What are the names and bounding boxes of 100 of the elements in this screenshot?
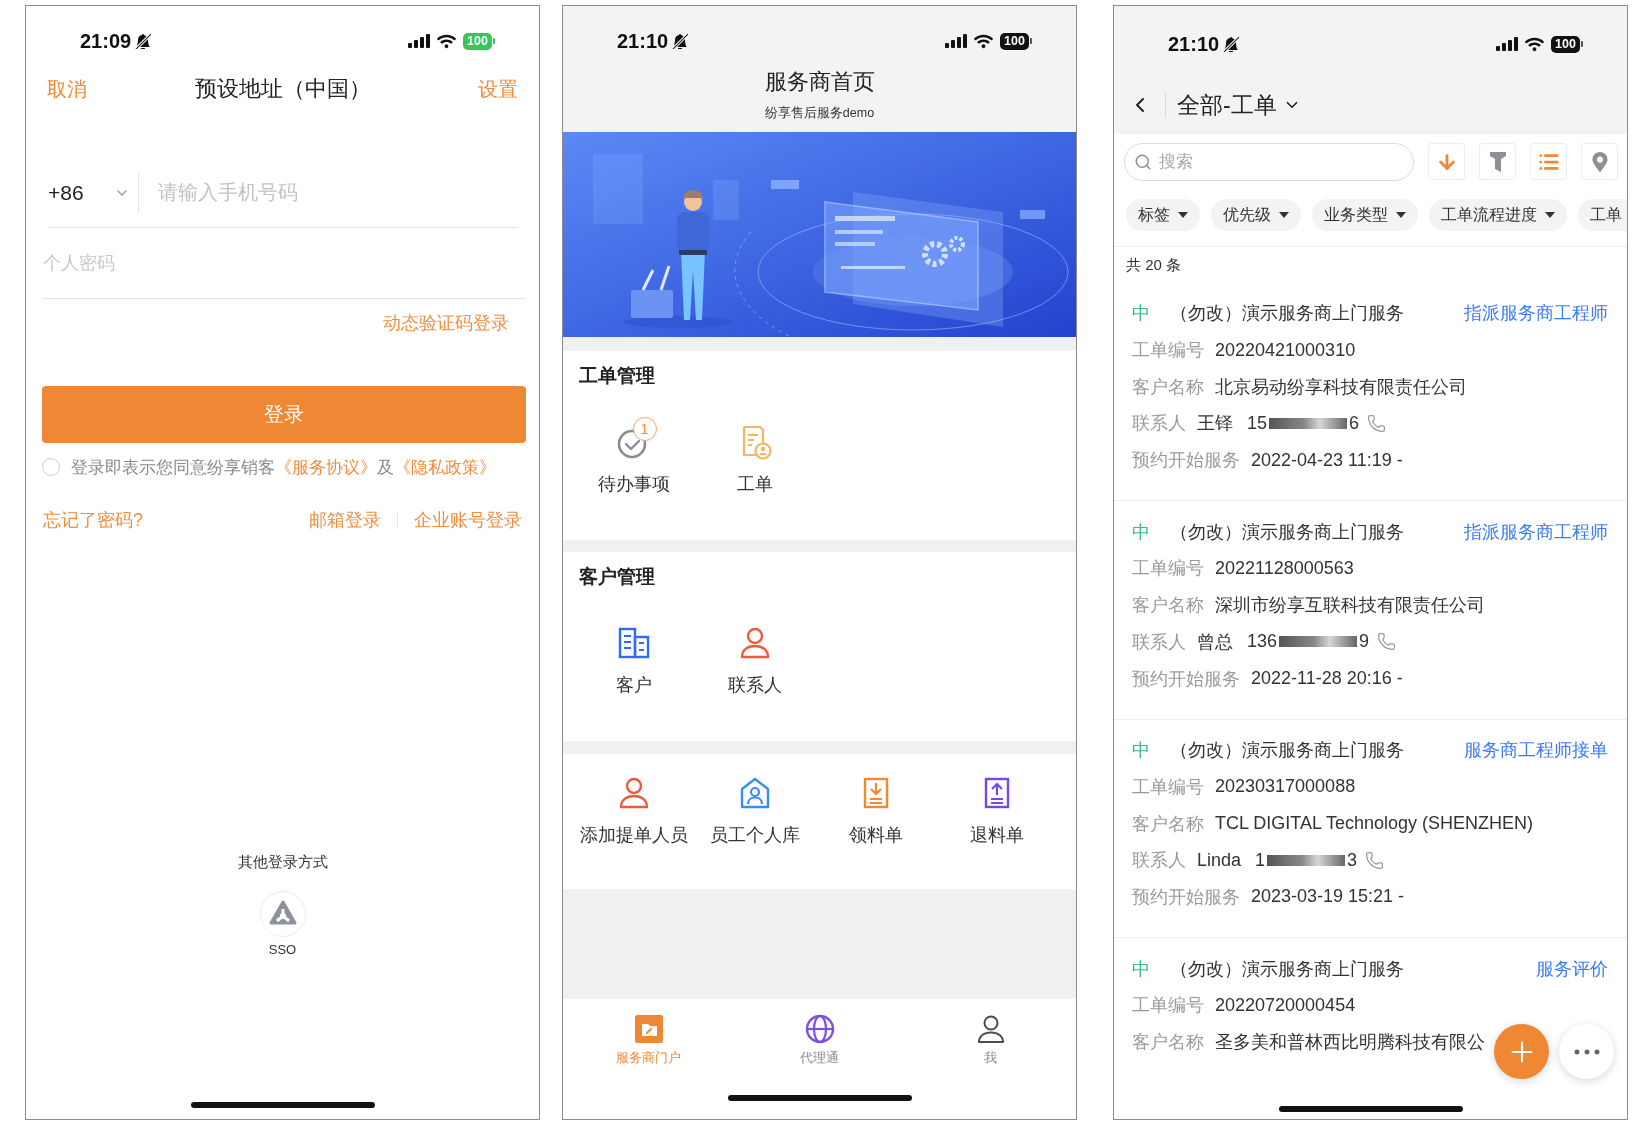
page-title: 预设地址（中国）: [194, 75, 371, 103]
caret-icon: [1545, 212, 1555, 218]
battery-indicator: 100: [463, 32, 495, 50]
battery-indicator: 100: [1000, 32, 1032, 50]
filter-chip[interactable]: 标签: [1126, 199, 1200, 231]
tab-item[interactable]: 我: [975, 1014, 1006, 1066]
field-label: 联系人: [1132, 412, 1186, 436]
page-subtitle: 纷享售后服务demo: [763, 105, 876, 121]
filter-chip[interactable]: 优先级: [1211, 199, 1301, 231]
field-label: 工单编号: [1132, 775, 1204, 799]
order-action-link[interactable]: 指派服务商工程师: [1464, 519, 1608, 544]
more-icon: [1573, 1048, 1600, 1055]
agreement-checkbox[interactable]: [42, 458, 60, 476]
phone-number: 15 6: [1247, 412, 1360, 434]
field-value: TCL DIGITAL Technology (SHENZHEN): [1215, 813, 1534, 835]
filter-chip[interactable]: 业务类型: [1312, 199, 1418, 231]
field-value: 20220421000310: [1215, 339, 1356, 361]
work-order-card[interactable]: 中 （勿改）演示服务商上门服务 指派服务商工程师 工单编号 20220421000310 客户名称 北京易动纷享科技有限责任公司 联系人 王铎 15 6 预约开始服务 2022-04-23 11:19 -: [1114, 283, 1627, 502]
count-badge: 1: [632, 417, 657, 441]
globe-icon: [804, 1014, 835, 1044]
phone-icon[interactable]: [1367, 413, 1387, 433]
section-title: 工单管理: [578, 365, 656, 387]
work-order-card[interactable]: 中 （勿改）演示服务商上门服务 服务商工程师接单 工单编号 20230317000088 客户名称 TCL DIGITAL Technology (SHENZHEN) 联系人 Linda 1 3 预约开始服务 2023-03-19 15:21 -: [1114, 719, 1627, 939]
status-time: 21:09: [80, 30, 132, 52]
order-action-link[interactable]: 指派服务商工程师: [1464, 301, 1608, 326]
field-label: 联系人: [1132, 630, 1186, 654]
field-label: 客户名称: [1132, 375, 1204, 399]
field-value: 20220720000454: [1215, 994, 1356, 1016]
contact-name: Linda: [1197, 849, 1242, 871]
status-time: 21:10: [1168, 33, 1220, 55]
map-button[interactable]: [1581, 143, 1618, 180]
field-label: 工单编号: [1132, 994, 1204, 1018]
map-pin-icon: [1589, 151, 1610, 172]
view-title-dropdown[interactable]: 全部-工单: [1177, 90, 1301, 120]
phone-number-field[interactable]: 请输入手机号码: [158, 172, 518, 213]
folder-wrench-icon: [633, 1014, 664, 1044]
field-label: 联系人: [1132, 849, 1186, 873]
sso-icon: [259, 891, 306, 937]
phone-number: 1 3: [1255, 849, 1358, 871]
signal-icon: [945, 34, 967, 48]
other-login-title: 其他登录方式: [237, 852, 328, 872]
field-label: 客户名称: [1132, 594, 1204, 618]
order-title: （勿改）演示服务商上门服务: [1170, 302, 1405, 326]
caret-icon: [1396, 212, 1406, 218]
shortcut-item[interactable]: 1 待办事项: [597, 416, 670, 494]
shortcut-item[interactable]: 联系人: [727, 617, 782, 695]
field-label: 工单编号: [1132, 339, 1204, 363]
order-title: （勿改）演示服务商上门服务: [1170, 957, 1405, 981]
filter-button[interactable]: [1479, 143, 1516, 180]
shortcut-item[interactable]: 领料单: [848, 767, 903, 845]
field-label: 客户名称: [1132, 1031, 1204, 1055]
field-value: 2022-04-23 11:19 -: [1251, 449, 1403, 471]
field-label: 预约开始服务: [1132, 449, 1240, 473]
phone-icon[interactable]: [1365, 850, 1385, 870]
agreement-text: 登录即表示您同意纷享销客《服务协议》及《隐私政策》: [71, 457, 496, 478]
field-label: 工单编号: [1132, 557, 1204, 581]
field-value: 20230317000088: [1215, 776, 1356, 798]
order-action-link[interactable]: 服务评价: [1536, 956, 1608, 981]
result-count: 共 20 条: [1126, 255, 1182, 275]
field-value: 北京易动纷享科技有限责任公司: [1215, 375, 1467, 399]
filter-icon: [1489, 151, 1506, 172]
shortcut-item[interactable]: 客户: [615, 617, 652, 695]
order-title: （勿改）演示服务商上门服务: [1170, 520, 1405, 544]
signal-icon: [1496, 37, 1518, 51]
signal-icon: [408, 34, 430, 48]
field-label: 客户名称: [1132, 812, 1204, 836]
page-title: 服务商首页: [763, 68, 876, 96]
sort-button[interactable]: [1428, 143, 1465, 180]
shortcut-item[interactable]: 工单: [736, 416, 773, 494]
order-action-link[interactable]: 服务商工程师接单: [1464, 738, 1608, 763]
battery-indicator: 100: [1551, 35, 1583, 53]
list-view-button[interactable]: [1530, 143, 1567, 180]
sso-login-button[interactable]: SSO: [259, 891, 306, 958]
field-value: 2023-03-19 15:21 -: [1251, 886, 1405, 908]
field-value: 圣多美和普林西比明腾科技有限公: [1215, 1031, 1485, 1055]
priority-label: 中: [1132, 302, 1150, 326]
priority-label: 中: [1132, 520, 1150, 544]
field-value: 2022-11-28 20:16 -: [1251, 668, 1403, 690]
shortcut-item[interactable]: 退料单: [969, 767, 1024, 845]
priority-label: 中: [1132, 957, 1150, 981]
caret-icon: [1178, 212, 1188, 218]
tab-item[interactable]: 代理通: [800, 1014, 839, 1066]
contact-name: 王铎: [1197, 412, 1233, 436]
field-value: 深圳市纷享互联科技有限责任公司: [1215, 594, 1485, 618]
filter-chip[interactable]: 工单流程进度: [1429, 199, 1567, 231]
section-title: 客户管理: [578, 566, 656, 588]
contact-name: 曾总: [1197, 630, 1233, 654]
status-time: 21:10: [617, 30, 669, 52]
order-title: （勿改）演示服务商上门服务: [1170, 739, 1405, 763]
work-order-card[interactable]: 中 （勿改）演示服务商上门服务 指派服务商工程师 工单编号 20221128000563 客户名称 深圳市纷享互联科技有限责任公司 联系人 曾总 136 9 预约开始服务 2022-11-28 20:16 -: [1114, 501, 1627, 720]
search-icon: [1134, 153, 1152, 171]
phone-icon[interactable]: [1377, 632, 1397, 652]
filter-chip[interactable]: 工单: [1578, 199, 1627, 231]
search-field[interactable]: 搜索: [1124, 143, 1414, 181]
field-value: 20221128000563: [1215, 557, 1354, 579]
phone-number: 136 9: [1247, 631, 1370, 653]
shortcut-item[interactable]: 员工个人库: [709, 767, 800, 845]
country-code-selector[interactable]: +86: [48, 178, 130, 207]
person-icon: [975, 1014, 1006, 1044]
shortcut-item[interactable]: 添加提单人员: [579, 767, 688, 845]
